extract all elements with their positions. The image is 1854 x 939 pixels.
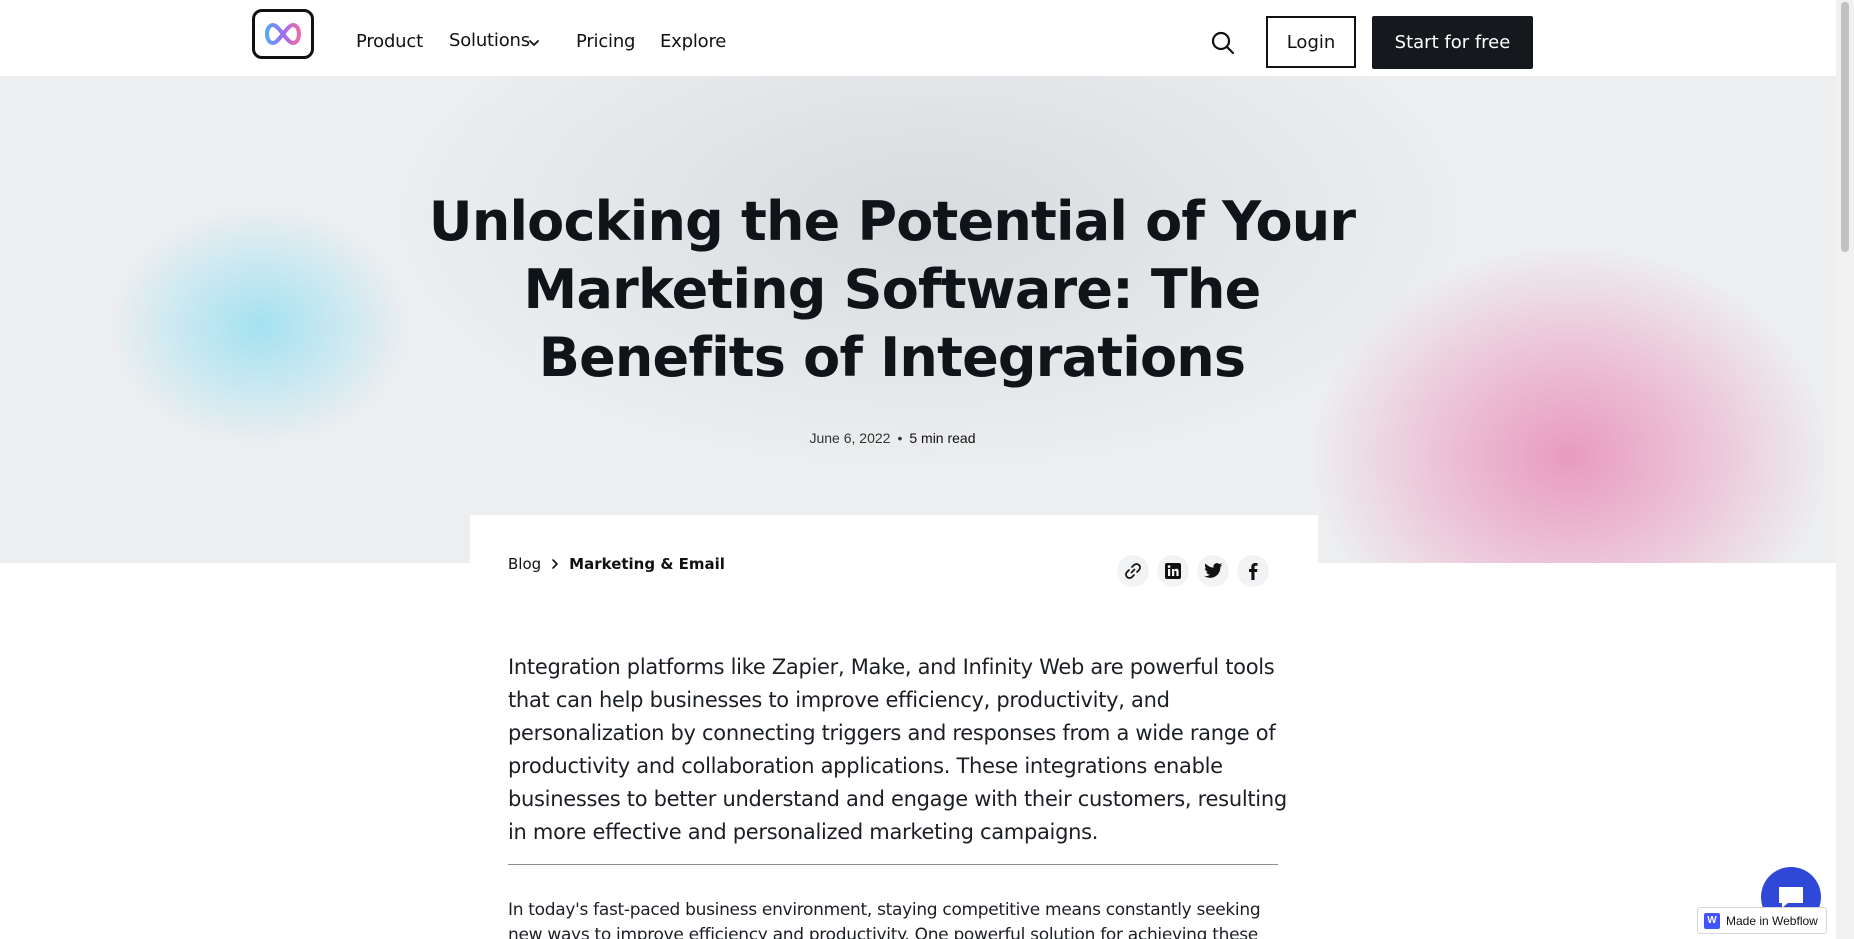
link-icon bbox=[1125, 563, 1141, 579]
divider bbox=[508, 864, 1278, 865]
nav-explore-link[interactable]: Explore bbox=[660, 31, 726, 52]
article-meta: June 6, 2022 • 5 min read bbox=[0, 430, 1785, 446]
copy-link-button[interactable] bbox=[1117, 555, 1149, 587]
hero-cyan-blob bbox=[110, 206, 410, 446]
article-body: In today's fast-paced business environme… bbox=[508, 900, 1261, 939]
hero-section: Unlocking the Potential of Your Marketin… bbox=[0, 76, 1836, 563]
chevron-down-icon[interactable] bbox=[527, 36, 541, 50]
chevron-right-icon bbox=[552, 559, 558, 569]
share-linkedin-button[interactable] bbox=[1157, 555, 1189, 587]
webflow-icon: W bbox=[1704, 912, 1720, 929]
breadcrumb-blog-link[interactable]: Blog bbox=[508, 555, 541, 573]
linkedin-icon bbox=[1165, 563, 1181, 579]
share-twitter-button[interactable] bbox=[1197, 555, 1229, 587]
home-logo[interactable] bbox=[252, 9, 314, 59]
share-facebook-button[interactable] bbox=[1237, 555, 1269, 587]
top-navbar: Product Solutions Pricing Explore Login … bbox=[0, 0, 1836, 76]
breadcrumb-current[interactable]: Marketing & Email bbox=[569, 555, 725, 573]
search-icon[interactable] bbox=[1210, 30, 1236, 56]
read-time: 5 min read bbox=[909, 430, 976, 446]
scrollbar-thumb[interactable] bbox=[1841, 2, 1849, 252]
nav-product-link[interactable]: Product bbox=[356, 31, 423, 52]
nav-pricing-link[interactable]: Pricing bbox=[576, 31, 635, 52]
login-button[interactable]: Login bbox=[1266, 16, 1356, 68]
facebook-icon bbox=[1249, 563, 1258, 580]
webflow-badge-label: Made in Webflow bbox=[1726, 913, 1818, 928]
start-for-free-button[interactable]: Start for free bbox=[1372, 16, 1533, 69]
twitter-icon bbox=[1204, 563, 1223, 578]
article-title: Unlocking the Potential of Your Marketin… bbox=[428, 190, 1356, 389]
nav-solutions-link[interactable]: Solutions bbox=[449, 30, 530, 51]
made-in-webflow-badge[interactable]: W Made in Webflow bbox=[1697, 907, 1827, 934]
breadcrumb: Blog Marketing & Email bbox=[508, 555, 725, 573]
page: Product Solutions Pricing Explore Login … bbox=[0, 0, 1836, 939]
meta-separator: • bbox=[897, 430, 903, 446]
publish-date: June 6, 2022 bbox=[809, 430, 891, 446]
article-intro: Integration platforms like Zapier, Make,… bbox=[508, 655, 1287, 844]
infinity-logo-icon bbox=[265, 22, 301, 46]
